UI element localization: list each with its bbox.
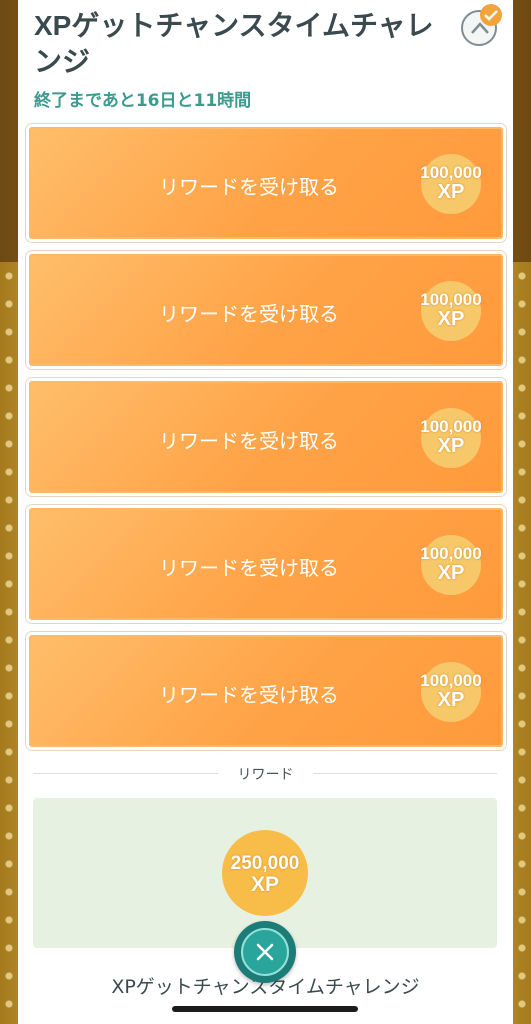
close-button[interactable] — [234, 921, 296, 983]
completion-xp-amount: 250,000 — [230, 853, 300, 874]
xp-amount: 100,000 — [420, 417, 482, 436]
divider-line — [33, 773, 218, 774]
xp-coin: 100,000 XP — [420, 408, 482, 468]
close-icon — [256, 943, 274, 961]
xp-coin: 100,000 XP — [420, 662, 482, 722]
xp-unit: XP — [437, 689, 465, 711]
claim-reward-button[interactable]: リワードを受け取る 100,000 XP — [26, 632, 506, 750]
claim-reward-label: リワードを受け取る — [159, 302, 339, 326]
claim-reward-label: リワードを受け取る — [159, 175, 339, 199]
time-remaining: 終了まであと16日と11時間 — [34, 91, 252, 111]
home-indicator[interactable] — [172, 1006, 358, 1012]
background-dots-right — [513, 262, 531, 1024]
claim-reward-label: リワードを受け取る — [159, 556, 339, 580]
xp-unit: XP — [437, 435, 465, 457]
challenge-title: XPゲットチャンスタイムチャレンジ — [34, 10, 434, 77]
claim-reward-label: リワードを受け取る — [159, 683, 339, 707]
xp-coin: 100,000 XP — [420, 154, 482, 214]
completion-xp-coin: 250,000 XP — [222, 830, 308, 916]
background-dots-left — [0, 262, 18, 1024]
check-icon — [484, 10, 498, 21]
completion-xp-unit: XP — [250, 873, 279, 896]
xp-amount: 100,000 — [420, 544, 482, 563]
xp-amount: 100,000 — [420, 671, 482, 690]
xp-unit: XP — [437, 308, 465, 330]
xp-unit: XP — [437, 562, 465, 584]
claim-reward-button[interactable]: リワードを受け取る 100,000 XP — [26, 505, 506, 623]
claim-reward-button[interactable]: リワードを受け取る 100,000 XP — [26, 378, 506, 496]
xp-coin: 100,000 XP — [420, 535, 482, 595]
xp-unit: XP — [437, 181, 465, 203]
reward-section-heading: リワード — [237, 767, 294, 783]
xp-amount: 100,000 — [420, 163, 482, 182]
close-button-face — [241, 928, 289, 976]
completed-badge — [480, 4, 502, 26]
divider-line — [313, 773, 497, 774]
xp-coin: 100,000 XP — [420, 281, 482, 341]
claim-reward-label: リワードを受け取る — [159, 429, 339, 453]
reward-list: リワードを受け取る 100,000 XP リワードを受け取る 100,000 X… — [26, 124, 506, 759]
claim-reward-button[interactable]: リワードを受け取る 100,000 XP — [26, 251, 506, 369]
xp-amount: 100,000 — [420, 290, 482, 309]
challenge-panel: XPゲットチャンスタイムチャレンジ 終了まであと16日と11時間 リワードを受け… — [18, 0, 513, 1024]
claim-reward-button[interactable]: リワードを受け取る 100,000 XP — [26, 124, 506, 242]
